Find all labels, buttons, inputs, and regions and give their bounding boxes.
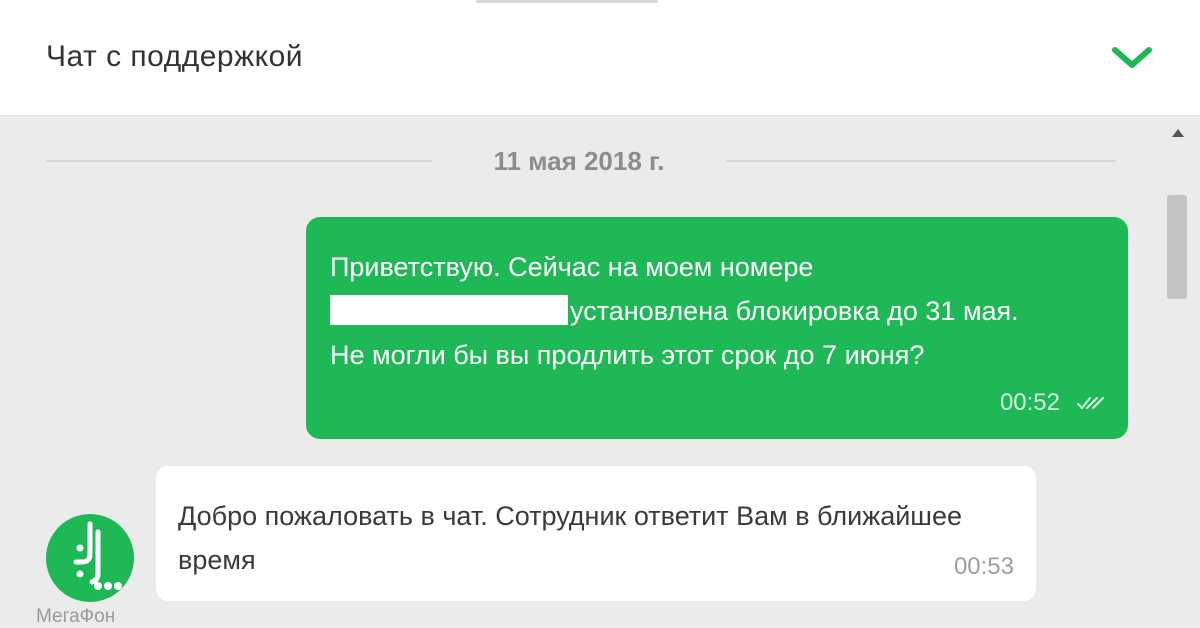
message-time: 00:53 — [953, 553, 1014, 580]
divider-line — [726, 160, 1116, 162]
chat-header: Чат с поддержкой — [0, 0, 1200, 116]
message-text: Приветствую. Сейчас на моем номере устан… — [330, 245, 1120, 377]
operator-avatar: МегаФон — [36, 514, 154, 628]
scrollbar-thumb[interactable] — [1167, 195, 1187, 299]
top-strip — [0, 0, 1200, 4]
message-meta: 00:52 — [1000, 389, 1106, 417]
message-line-text: установлена блокировка до 31 мая. — [570, 296, 1019, 326]
divider-line — [46, 160, 432, 162]
collapse-chat-button[interactable] — [1100, 30, 1164, 86]
message-list[interactable]: 11 мая 2018 г. Приветствую. Сейчас на мо… — [0, 116, 1200, 628]
message-line: Приветствую. Сейчас на моем номере — [330, 252, 814, 282]
incoming-message[interactable]: Добро пожаловать в чат. Сотрудник ответи… — [156, 466, 1036, 601]
message-line: установлена блокировка до 31 мая. — [330, 289, 1120, 333]
chevron-down-icon — [1112, 47, 1152, 68]
chat-title: Чат с поддержкой — [46, 40, 304, 73]
chat-window: Чат с поддержкой 11 мая 2018 г. Приветст… — [0, 0, 1200, 628]
date-separator: 11 мая 2018 г. — [46, 146, 1116, 176]
outgoing-message[interactable]: Приветствую. Сейчас на моем номере устан… — [306, 217, 1128, 439]
double-check-icon — [1077, 397, 1104, 409]
redacted-phone-number — [330, 295, 568, 325]
message-text: Добро пожаловать в чат. Сотрудник ответи… — [178, 501, 963, 575]
date-label: 11 мая 2018 г. — [493, 146, 665, 176]
message-line: Не могли бы вы продлить этот срок до 7 и… — [330, 340, 925, 370]
sender-caption: МегаФон — [36, 606, 116, 627]
drag-handle[interactable] — [476, 0, 658, 3]
megafon-logo-icon — [46, 514, 134, 602]
message-time: 00:52 — [999, 389, 1060, 416]
scroll-up-arrow-icon[interactable] — [1170, 126, 1186, 140]
